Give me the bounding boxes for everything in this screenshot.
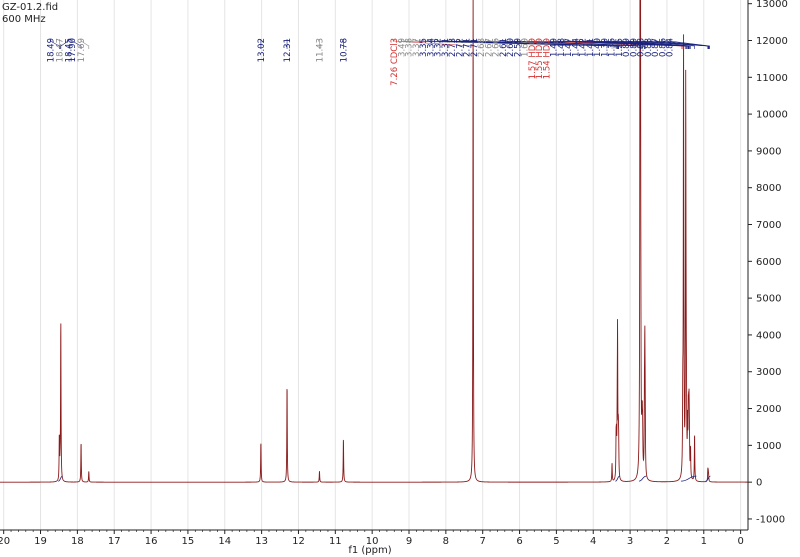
grid-lines bbox=[3, 0, 742, 530]
peak-label: 10.78 bbox=[339, 38, 349, 62]
x-tick-label: 6 bbox=[516, 536, 522, 547]
y-tick-label: 13000 bbox=[756, 0, 788, 10]
integral-curve bbox=[615, 475, 620, 482]
x-tick-label: 16 bbox=[145, 536, 158, 547]
y-tick-label: 7000 bbox=[756, 220, 781, 231]
x-tick-label: 5 bbox=[553, 536, 559, 547]
y-tick-label: 3000 bbox=[756, 367, 781, 378]
peak-label: 13.02 bbox=[257, 38, 267, 62]
x-tick-label: 0 bbox=[737, 536, 743, 547]
x-tick-label: 2 bbox=[664, 536, 670, 547]
y-tick-label: 4000 bbox=[756, 330, 781, 341]
y-tick-label: 12000 bbox=[756, 36, 788, 47]
y-tick-label: 1000 bbox=[756, 441, 781, 452]
x-tick-label: 14 bbox=[218, 536, 231, 547]
x-tick-label: 18 bbox=[71, 536, 84, 547]
x-tick-label: 1 bbox=[701, 536, 707, 547]
spectrum-trace bbox=[0, 0, 748, 483]
y-tick-label: 11000 bbox=[756, 73, 788, 84]
y-tick-label: 5000 bbox=[756, 294, 781, 305]
peak-label: 11.43 bbox=[315, 38, 325, 62]
x-tick-label: 4 bbox=[590, 536, 596, 547]
x-tick-label: 17 bbox=[108, 536, 121, 547]
x-tick-label: 8 bbox=[443, 536, 449, 547]
y-tick-label: 9000 bbox=[756, 146, 781, 157]
x-tick-label: 20 bbox=[0, 536, 10, 547]
y-tick-label: 8000 bbox=[756, 183, 781, 194]
nmr-spectrum-chart: 20 19 18 17 16 15 14 13 12 11 10 9 8 7 6 5 4 3 2 1 0-1000010… bbox=[0, 0, 788, 556]
y-tick-label: 0 bbox=[756, 478, 762, 489]
x-tick-label: 7 bbox=[480, 536, 486, 547]
integral-curve bbox=[638, 475, 647, 482]
x-tick-label: 3 bbox=[627, 536, 633, 547]
spectrum-line bbox=[0, 0, 748, 483]
y-tick-label: 10000 bbox=[756, 110, 788, 121]
spectrometer-frequency: 600 MHz bbox=[2, 14, 46, 25]
x-tick-label: 13 bbox=[255, 536, 268, 547]
x-tick-label: 12 bbox=[292, 536, 305, 547]
peak-labels: 18.49 18.4718.4517.90 17.69 13.02 12.31 11.43… bbox=[46, 38, 710, 86]
x-tick-label: 11 bbox=[329, 536, 342, 547]
y-tick-label: 6000 bbox=[756, 257, 781, 268]
y-tick-label: -1000 bbox=[756, 514, 785, 525]
x-tick-label: 15 bbox=[182, 536, 195, 547]
x-tick-label: 19 bbox=[34, 536, 47, 547]
peak-label: 12.31 bbox=[283, 38, 293, 62]
x-axis-label: f1 (ppm) bbox=[348, 545, 391, 556]
y-tick-label: 2000 bbox=[756, 404, 781, 415]
spectrum-filename: GZ-01.2.fid bbox=[2, 2, 59, 13]
x-tick-label: 9 bbox=[406, 536, 412, 547]
